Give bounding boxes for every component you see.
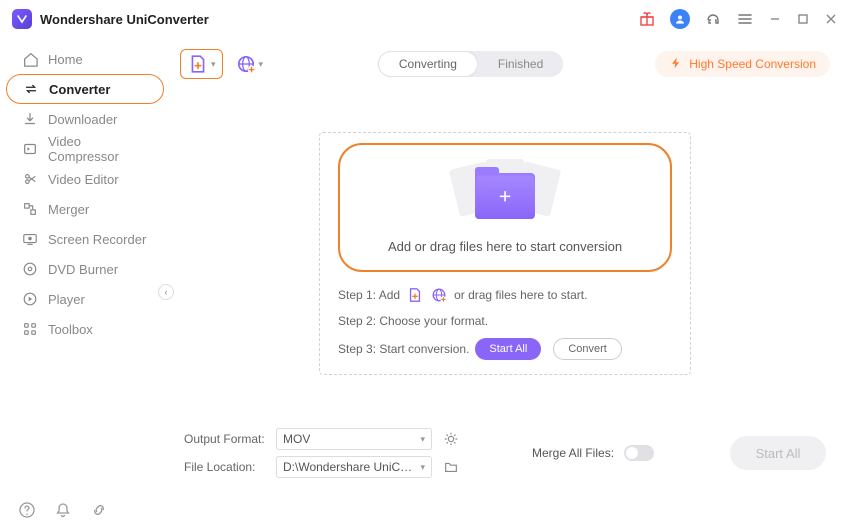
add-file-button[interactable]: ▾	[180, 49, 223, 79]
folder-illustration: +	[450, 159, 560, 229]
toolbox-icon	[22, 321, 38, 337]
open-folder-icon[interactable]	[442, 458, 460, 476]
play-icon	[22, 291, 38, 307]
sidebar-item-merger[interactable]: Merger	[6, 194, 164, 224]
recorder-icon	[22, 231, 38, 247]
step-2: Step 2: Choose your format.	[338, 314, 672, 328]
close-button[interactable]	[824, 12, 838, 26]
sidebar-item-dvd[interactable]: DVD Burner	[6, 254, 164, 284]
chevron-down-icon: ▾	[211, 59, 216, 70]
tab-converting[interactable]: Converting	[378, 51, 478, 77]
menu-icon[interactable]	[736, 10, 754, 28]
merge-label: Merge All Files:	[532, 446, 614, 460]
app-title: Wondershare UniConverter	[40, 12, 209, 27]
sidebar-item-label: Video Compressor	[48, 134, 148, 164]
disc-icon	[22, 261, 38, 277]
footer-bar: Output Format: MOV▾ File Location: D:\Wo…	[180, 425, 830, 481]
url-plus-icon	[430, 286, 448, 304]
convert-pill[interactable]: Convert	[553, 338, 622, 360]
step-1: Step 1: Add or drag files here to start.	[338, 286, 672, 304]
main-panel: ▾ ▾ Converting Finished High Speed Conve…	[170, 38, 850, 493]
notification-icon[interactable]	[54, 501, 72, 519]
sidebar-item-compressor[interactable]: Video Compressor	[6, 134, 164, 164]
sidebar-item-recorder[interactable]: Screen Recorder	[6, 224, 164, 254]
chevron-down-icon: ▾	[259, 59, 264, 70]
status-tabs: Converting Finished	[378, 51, 563, 77]
sidebar-item-toolbox[interactable]: Toolbox	[6, 314, 164, 344]
start-all-button[interactable]: Start All	[730, 436, 826, 470]
sidebar-collapse-button[interactable]: ‹	[158, 284, 174, 300]
sidebar-item-label: Video Editor	[48, 172, 119, 187]
high-speed-conversion-button[interactable]: High Speed Conversion	[655, 51, 830, 77]
help-icon[interactable]	[18, 501, 36, 519]
toolbar: ▾ ▾ Converting Finished High Speed Conve…	[180, 46, 830, 82]
gift-icon[interactable]	[638, 10, 656, 28]
drop-text: Add or drag files here to start conversi…	[388, 239, 622, 254]
sidebar-item-home[interactable]: Home	[6, 44, 164, 74]
titlebar: Wondershare UniConverter	[0, 0, 850, 38]
output-format-select[interactable]: MOV▾	[276, 428, 432, 450]
merger-icon	[22, 201, 38, 217]
statusbar	[0, 493, 850, 527]
format-settings-icon[interactable]	[442, 430, 460, 448]
steps: Step 1: Add or drag files here to start.…	[338, 286, 672, 360]
add-url-button[interactable]: ▾	[235, 53, 264, 75]
sidebar-item-label: Screen Recorder	[48, 232, 146, 247]
sidebar-item-label: Toolbox	[48, 322, 93, 337]
file-plus-icon	[406, 286, 424, 304]
support-icon[interactable]	[704, 10, 722, 28]
sidebar-item-editor[interactable]: Video Editor	[6, 164, 164, 194]
output-format-label: Output Format:	[184, 432, 266, 446]
sidebar: Home Converter Downloader Video Compress…	[0, 38, 170, 493]
sidebar-item-player[interactable]: Player	[6, 284, 164, 314]
app-logo	[12, 9, 32, 29]
drop-zone[interactable]: + Add or drag files here to start conver…	[338, 143, 672, 272]
sidebar-item-label: Player	[48, 292, 85, 307]
sidebar-item-label: Downloader	[48, 112, 117, 127]
converter-icon	[23, 81, 39, 97]
bolt-icon	[669, 56, 683, 73]
sidebar-item-label: DVD Burner	[48, 262, 118, 277]
hsc-label: High Speed Conversion	[689, 57, 816, 71]
url-plus-icon	[235, 53, 257, 75]
sidebar-item-converter[interactable]: Converter	[6, 74, 164, 104]
home-icon	[22, 51, 38, 67]
sidebar-item-label: Merger	[48, 202, 89, 217]
minimize-button[interactable]	[768, 12, 782, 26]
compressor-icon	[22, 141, 38, 157]
download-icon	[22, 111, 38, 127]
scissors-icon	[22, 171, 38, 187]
drop-panel: + Add or drag files here to start conver…	[319, 132, 691, 375]
sidebar-item-label: Home	[48, 52, 83, 67]
link-icon[interactable]	[90, 501, 108, 519]
sidebar-item-downloader[interactable]: Downloader	[6, 104, 164, 134]
start-all-pill[interactable]: Start All	[475, 338, 541, 360]
file-location-label: File Location:	[184, 460, 266, 474]
maximize-button[interactable]	[796, 12, 810, 26]
step-3: Step 3: Start conversion. Start All Conv…	[338, 338, 672, 360]
account-icon[interactable]	[670, 9, 690, 29]
sidebar-item-label: Converter	[49, 82, 110, 97]
plus-icon: +	[499, 184, 512, 209]
file-location-select[interactable]: D:\Wondershare UniConverter 13▾	[276, 456, 432, 478]
file-plus-icon	[187, 53, 209, 75]
merge-toggle[interactable]	[624, 445, 654, 461]
tab-finished[interactable]: Finished	[478, 51, 563, 77]
